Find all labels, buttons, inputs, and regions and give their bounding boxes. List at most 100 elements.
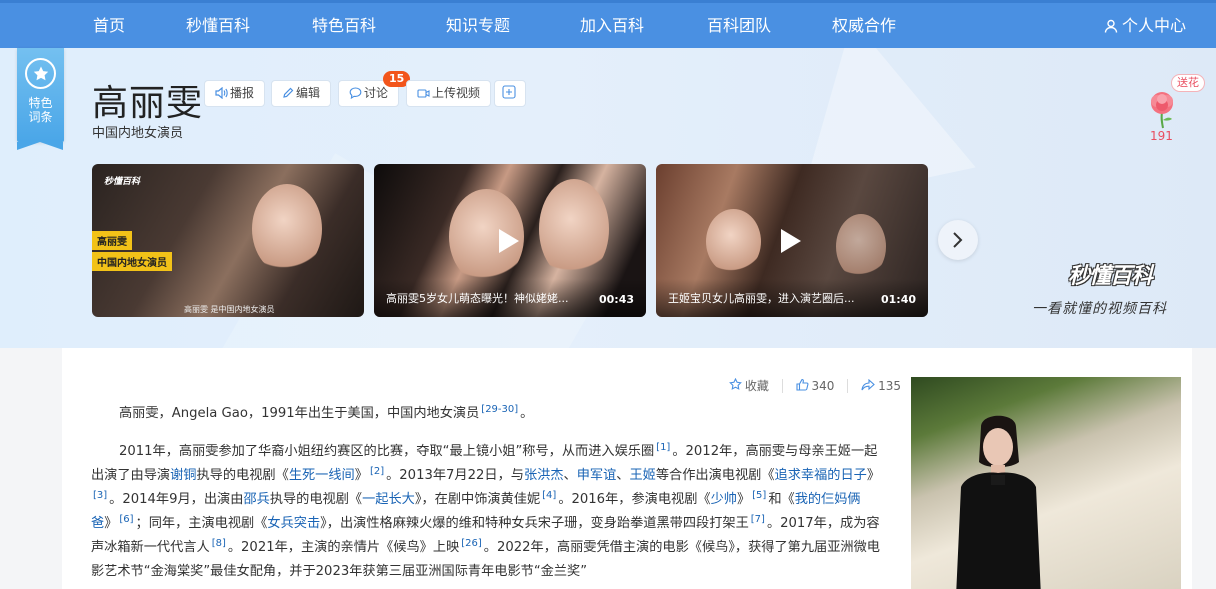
text: 。2014年9月，出演由	[109, 492, 244, 507]
paragraph-career: 2011年，高丽雯参加了华裔小姐纽约赛区的比赛，夺取“最上镜小姐”称号，从而进入…	[91, 440, 882, 584]
entry-link[interactable]: 邵兵	[243, 492, 269, 507]
play-icon[interactable]	[781, 229, 801, 253]
user-icon	[1104, 19, 1118, 33]
video-card[interactable]: 王姬宝贝女儿高丽雯，进入演艺圈后... 01:40	[656, 164, 928, 317]
pencil-icon	[283, 87, 294, 98]
text: 执导的电视剧《	[196, 468, 289, 483]
entry-link[interactable]: 一起长大	[362, 492, 415, 507]
divider	[781, 378, 783, 393]
like-count: 340	[811, 378, 835, 393]
video-caption: 高丽雯 是中国内地女演员	[184, 305, 275, 314]
article-body: 高丽雯，Angela Gao，1991年出生于美国，中国内地女演员 [29-30]…	[91, 402, 882, 589]
share-icon	[861, 379, 875, 391]
paragraph-intro: 高丽雯，Angela Gao，1991年出生于美国，中国内地女演员 [29-30]…	[91, 402, 882, 426]
entry-subtitle: 中国内地女演员	[92, 126, 184, 141]
entry-link[interactable]: 张洪杰	[524, 468, 564, 483]
favorite-button[interactable]: 收藏	[728, 377, 769, 394]
reference-link[interactable]: [5]	[752, 490, 766, 501]
reference-link[interactable]: [1]	[656, 442, 670, 453]
user-center-link[interactable]: 个人中心	[1104, 3, 1186, 48]
text: 》	[736, 492, 751, 507]
edit-button[interactable]: 编辑	[271, 80, 332, 107]
video-title: 高丽雯5岁女儿萌态曝光！神似姥姥...	[386, 292, 569, 305]
entry-link[interactable]: 申军谊	[577, 468, 617, 483]
reference-link[interactable]: [26]	[461, 538, 482, 549]
text: 》	[104, 516, 118, 531]
broadcast-button[interactable]: 播报	[204, 80, 266, 107]
nav-item-topics[interactable]: 知识专题	[446, 3, 510, 48]
ribbon-label: 特色 词条	[17, 96, 64, 124]
text: 。2021年，主演的亲情片《候鸟》上映	[227, 540, 460, 555]
entry-link[interactable]: 追求幸福的日子	[775, 468, 867, 483]
edit-label: 编辑	[296, 86, 321, 100]
text: 》，出演性格麻辣火爆的维和特种女兵宋子珊，变身跆拳道黑带四段打架王	[320, 516, 749, 531]
divider	[847, 378, 849, 393]
reference-link[interactable]: [2]	[370, 466, 384, 477]
text: 等合作出演电视剧《	[655, 468, 775, 483]
ribbon-label-line1: 特色	[28, 96, 53, 110]
entry-link[interactable]: 谢铜	[170, 468, 196, 483]
text: 和《	[768, 492, 795, 507]
video-duration: 01:40	[880, 293, 916, 306]
video-card[interactable]: 秒懂百科 高丽雯 中国内地女演员 高丽雯 是中国内地女演员	[92, 164, 364, 317]
video-thumbnail-face	[539, 179, 609, 279]
text: 、	[563, 468, 577, 483]
entry-portrait-image[interactable]	[911, 377, 1181, 589]
video-camera-icon	[417, 89, 430, 98]
entry-link[interactable]: 少帅	[711, 492, 737, 507]
plus-icon	[502, 85, 516, 99]
brand-logo: 秒懂百科	[1068, 264, 1153, 289]
entry-title: 高丽雯	[92, 83, 204, 124]
entry-link[interactable]: 女兵突击	[267, 516, 320, 531]
nav-item-miaodong[interactable]: 秒懂百科	[186, 3, 250, 48]
brand-slogan: 一看就懂的视频百科	[1032, 301, 1167, 317]
text: 》	[354, 468, 368, 483]
video-thumbnail-face	[252, 184, 322, 274]
text: 执导的电视剧《	[269, 492, 363, 507]
text: 。	[520, 406, 534, 421]
video-title: 王姬宝贝女儿高丽雯，进入演艺圈后...	[668, 292, 855, 305]
video-thumbnail-face	[706, 209, 761, 274]
upload-video-button[interactable]: 上传视频	[406, 80, 492, 107]
nav-item-cooperation[interactable]: 权威合作	[832, 3, 896, 48]
nav-item-join[interactable]: 加入百科	[580, 3, 644, 48]
featured-entry-ribbon[interactable]: 特色 词条	[17, 48, 64, 150]
chevron-right-icon	[953, 232, 963, 248]
share-button[interactable]: 135	[861, 378, 901, 393]
reference-link[interactable]: [6]	[119, 514, 133, 525]
flower-count: 191	[1150, 129, 1173, 143]
nav-item-home[interactable]: 首页	[93, 3, 125, 48]
text: 》	[866, 468, 881, 483]
nav-item-team[interactable]: 百科团队	[707, 3, 771, 48]
text: 2011年，高丽雯参加了华裔小姐纽约赛区的比赛，夺取“最上镜小姐”称号，从而进入…	[119, 444, 655, 459]
flower-icon[interactable]	[1144, 90, 1180, 129]
entry-link[interactable]: 生死一线间	[289, 468, 355, 483]
add-button[interactable]	[494, 80, 526, 107]
thumbs-up-icon	[795, 379, 809, 391]
video-logo: 秒懂百科	[104, 177, 141, 187]
star-icon	[728, 377, 742, 390]
user-center-label: 个人中心	[1121, 16, 1186, 35]
like-button[interactable]: 340	[795, 378, 835, 393]
reference-link[interactable]: [4]	[542, 490, 556, 501]
reference-link[interactable]: [7]	[751, 514, 765, 525]
broadcast-label: 播报	[230, 86, 255, 100]
video-thumbnail-face	[836, 214, 886, 279]
play-icon[interactable]	[499, 229, 519, 253]
reference-link[interactable]: [3]	[93, 490, 107, 501]
reference-link[interactable]: [8]	[212, 538, 226, 549]
ribbon-label-line2: 词条	[28, 110, 53, 124]
top-nav: 首页 秒懂百科 特色百科 知识专题 加入百科 百科团队 权威合作 个人中心	[0, 0, 1216, 48]
reference-link[interactable]: [29-30]	[481, 404, 518, 415]
video-duration: 00:43	[598, 293, 634, 306]
text: 。2016年，参演电视剧《	[558, 492, 711, 507]
text: 高丽雯，Angela Gao，1991年出生于美国，中国内地女演员	[119, 406, 480, 421]
share-count: 135	[878, 378, 901, 393]
text: ；同年，主演电视剧《	[135, 516, 268, 531]
upload-video-label: 上传视频	[432, 86, 481, 100]
favorite-label: 收藏	[744, 379, 769, 393]
video-card[interactable]: 高丽雯5岁女儿萌态曝光！神似姥姥... 00:43	[374, 164, 646, 317]
entry-link[interactable]: 王姬	[629, 468, 655, 483]
next-videos-button[interactable]	[938, 220, 978, 260]
nav-item-featured[interactable]: 特色百科	[312, 3, 376, 48]
